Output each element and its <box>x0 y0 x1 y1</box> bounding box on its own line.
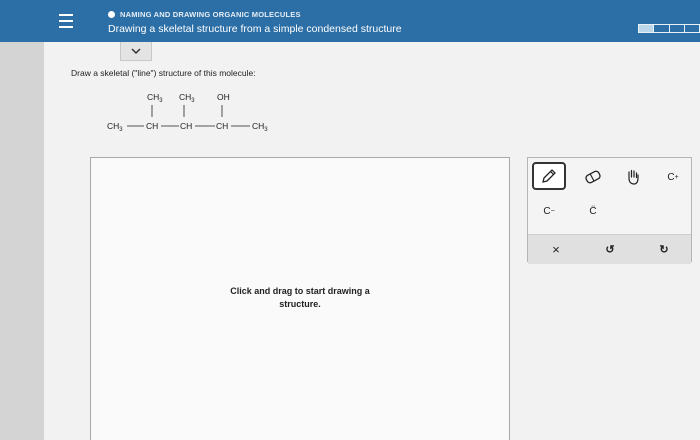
redo-button[interactable]: ↻ <box>644 237 684 261</box>
lone-pair-tool-button[interactable]: C̈ <box>578 198 608 224</box>
progress-segment <box>639 25 655 32</box>
cation-sup: + <box>674 173 679 181</box>
left-sidebar <box>0 0 44 440</box>
molecule-main-4: CH <box>216 121 228 131</box>
anion-sup: − <box>550 207 555 215</box>
molecule-top-3: OH <box>217 92 230 102</box>
drawing-toolbar: C + C − C̈ × ↺ ↻ <box>527 157 692 264</box>
eraser-icon <box>585 170 601 184</box>
lone-pair-label: C̈ <box>589 205 597 217</box>
topic-label: NAMING AND DRAWING ORGANIC MOLECULES <box>108 10 301 19</box>
eraser-tool-button[interactable] <box>578 164 608 190</box>
topic-text: NAMING AND DRAWING ORGANIC MOLECULES <box>120 10 301 19</box>
drawing-canvas[interactable]: Click and drag to start drawing a struct… <box>90 157 510 440</box>
cation-tool-button[interactable]: C + <box>658 164 688 190</box>
cation-label: C <box>667 171 675 183</box>
topic-dot-icon <box>108 11 115 18</box>
molecule-main-5: CH3 <box>252 121 268 133</box>
progress-bar <box>638 24 700 33</box>
canvas-hint-line2: structure. <box>279 299 321 309</box>
canvas-hint-line1: Click and drag to start drawing a <box>230 286 370 296</box>
hand-tool-button[interactable] <box>618 164 648 190</box>
progress-segment <box>670 25 685 32</box>
undo-button[interactable]: ↺ <box>590 237 630 261</box>
question-instruction: Draw a skeletal ("line") structure of th… <box>71 68 256 78</box>
condensed-structure: CH3 CH3 OH CH3 CH CH CH CH3 <box>107 92 268 133</box>
menu-icon[interactable] <box>54 9 78 33</box>
page-title: Drawing a skeletal structure from a simp… <box>108 23 402 35</box>
pencil-icon <box>542 169 556 183</box>
molecule-main-3: CH <box>180 121 192 131</box>
pencil-tool-button[interactable] <box>532 162 566 190</box>
clear-button[interactable]: × <box>536 237 576 261</box>
molecule-top-1: CH3 <box>147 92 163 104</box>
collapse-button[interactable] <box>120 42 152 61</box>
hand-icon <box>628 169 639 185</box>
molecule-main-2: CH <box>146 121 158 131</box>
progress-segment <box>654 25 670 32</box>
progress-segment <box>685 25 700 32</box>
anion-label: C <box>543 205 551 217</box>
chevron-down-icon <box>131 47 141 54</box>
molecule-main-1: CH3 <box>107 121 123 133</box>
header-bar: NAMING AND DRAWING ORGANIC MOLECULES Dra… <box>0 0 700 42</box>
molecule-top-2: CH3 <box>179 92 195 104</box>
toolbar-action-row: × ↺ ↻ <box>528 234 691 264</box>
anion-tool-button[interactable]: C − <box>532 198 566 224</box>
